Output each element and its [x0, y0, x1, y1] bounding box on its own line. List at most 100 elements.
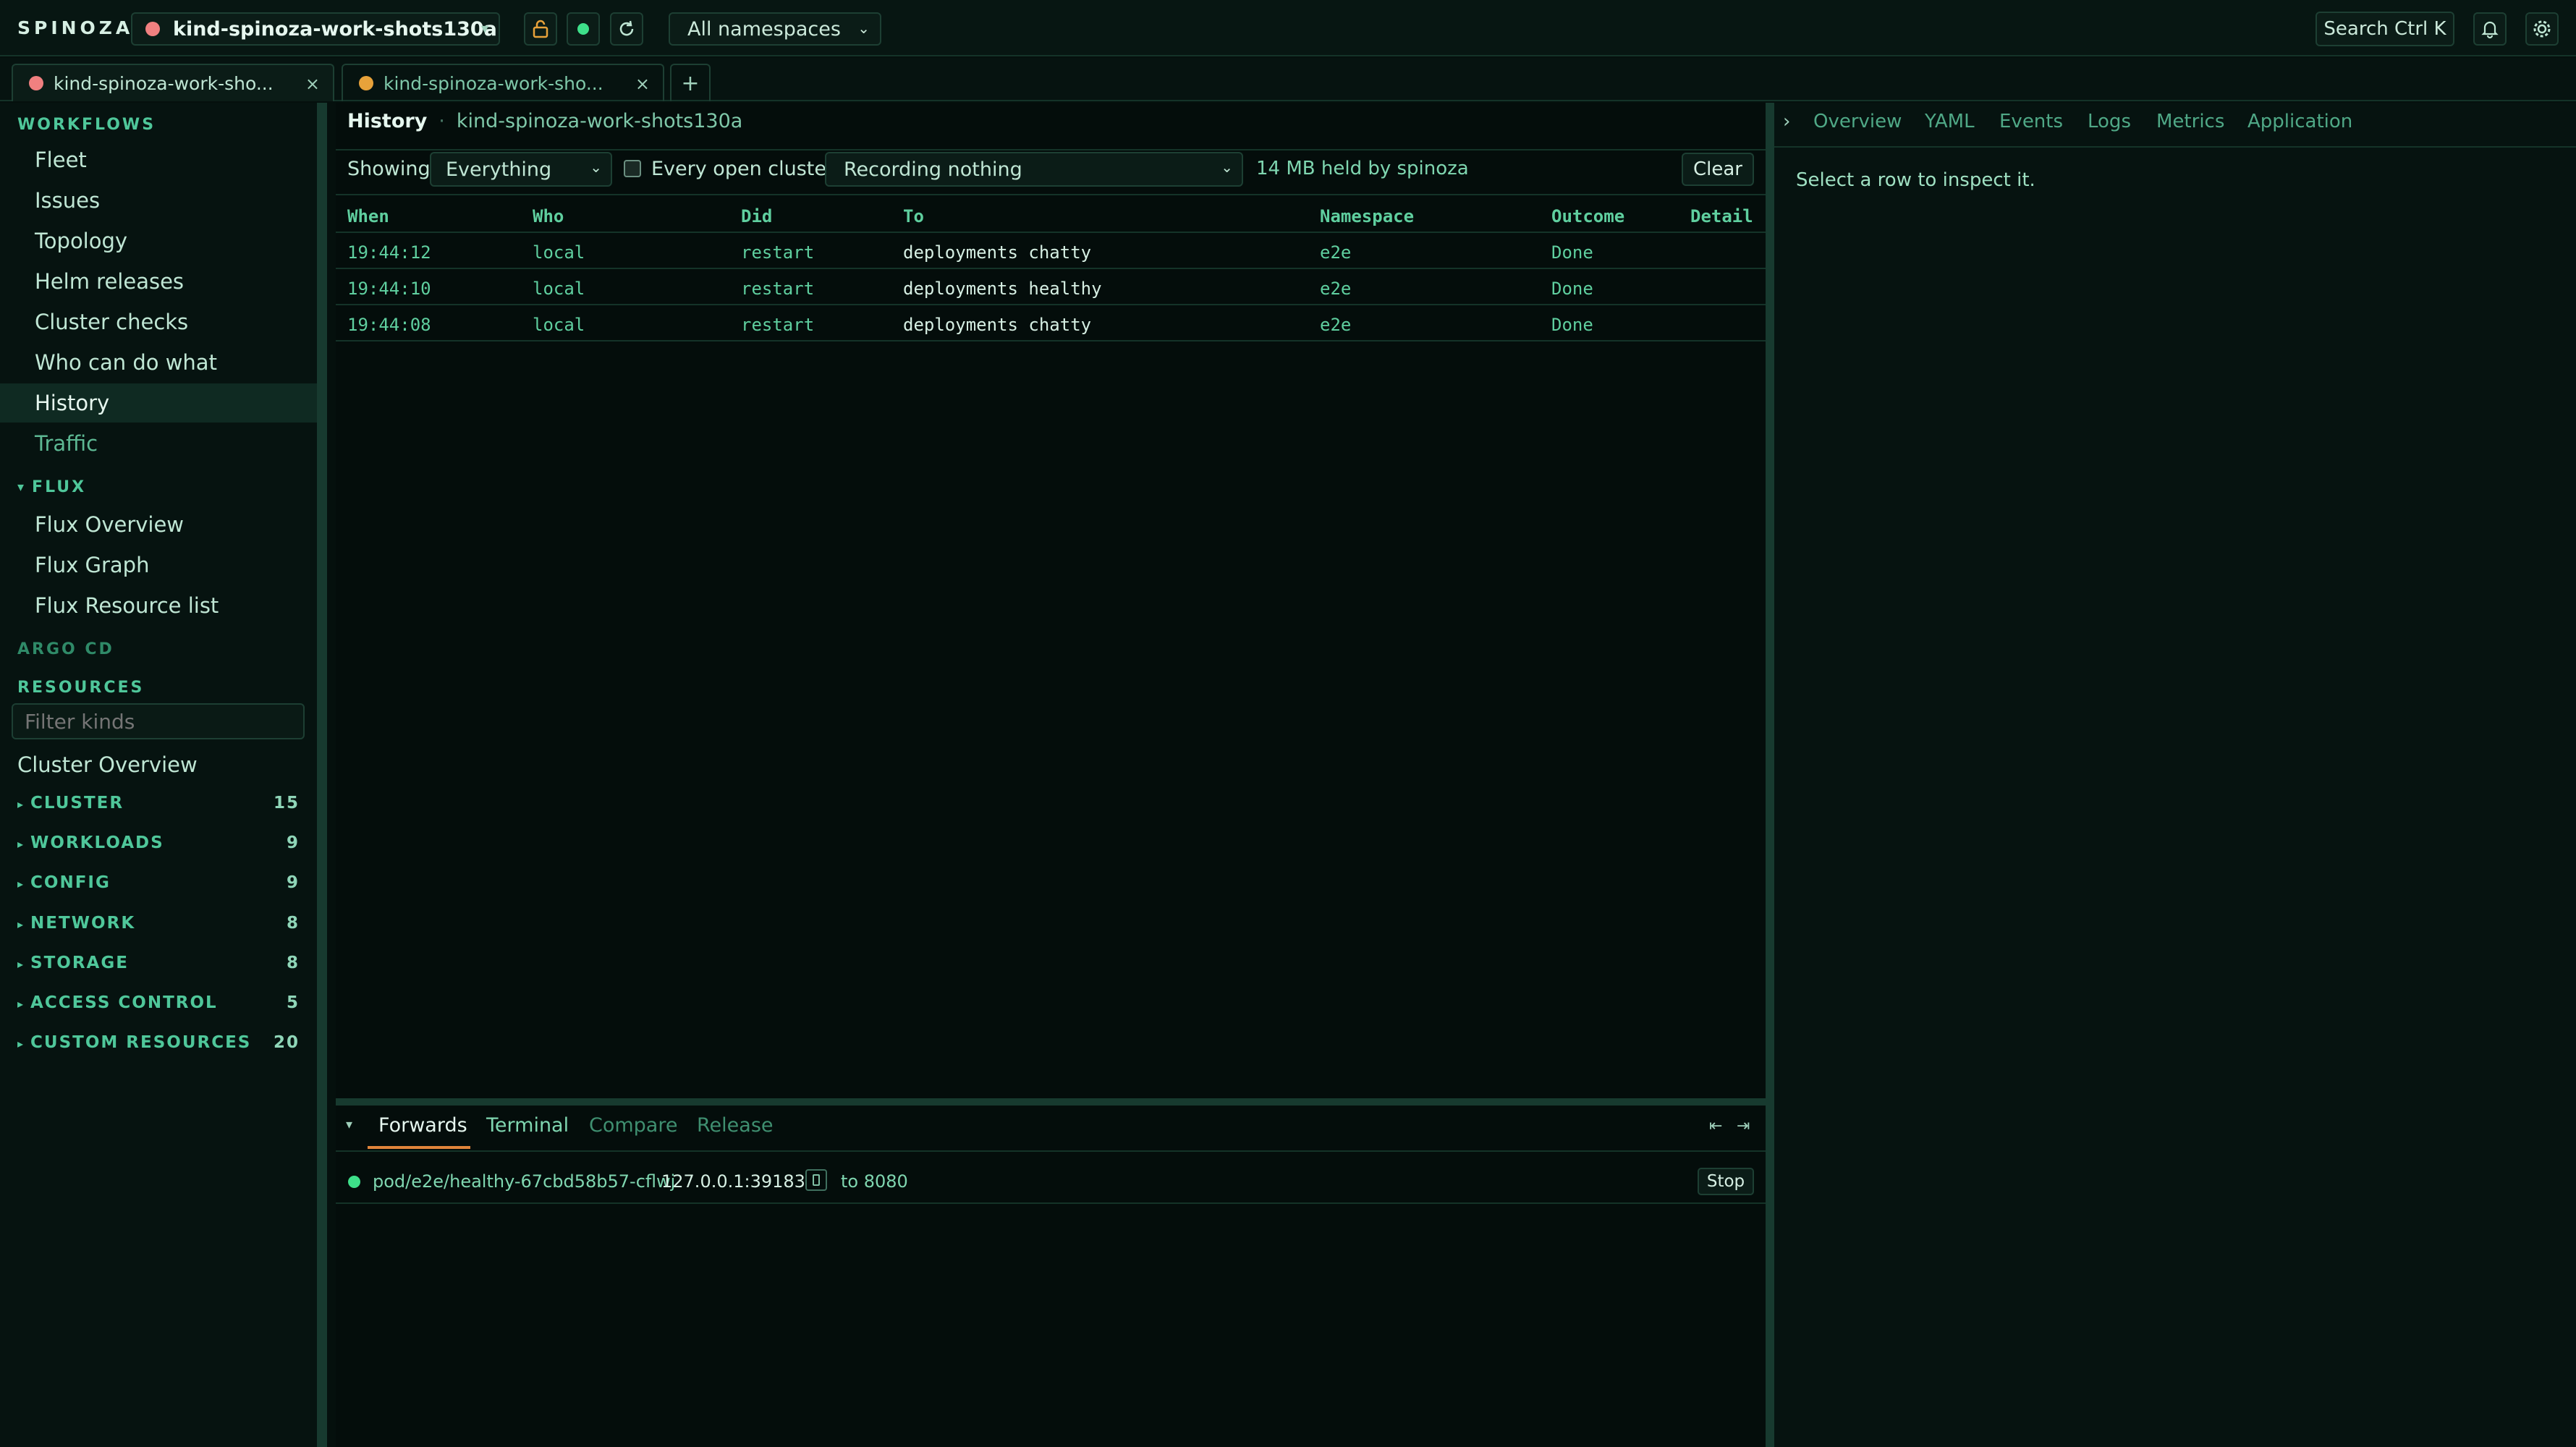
tab-overview[interactable]: Overview — [1813, 111, 1902, 132]
notifications-button[interactable] — [2473, 12, 2507, 46]
add-tab-button[interactable]: + — [670, 64, 711, 101]
dock-right-icon[interactable]: ⇥ — [1737, 1117, 1750, 1135]
showing-label: Showing — [347, 158, 431, 180]
table-row[interactable]: 19:44:12 local restart deployments chatt… — [336, 233, 1766, 269]
sidebar-group-cluster[interactable]: ▸ CLUSTER 15 — [17, 794, 300, 812]
column-header-namespace[interactable]: Namespace — [1320, 206, 1414, 226]
forward-address[interactable]: 127.0.0.1:39183 — [661, 1171, 805, 1192]
group-label: CUSTOM RESOURCES — [30, 1033, 252, 1052]
forward-target[interactable]: pod/e2e/healthy-67cbd58b57-cflwj — [373, 1171, 675, 1192]
tab-metrics[interactable]: Metrics — [2156, 111, 2224, 132]
sidebar-item-flux-resource-list[interactable]: Flux Resource list — [0, 586, 317, 625]
column-header-to[interactable]: To — [903, 206, 924, 226]
every-open-cluster-checkbox[interactable] — [624, 160, 641, 177]
table-row[interactable]: 19:44:08 local restart deployments chatt… — [336, 305, 1766, 341]
sidebar-group-custom-resources[interactable]: ▸ CUSTOM RESOURCES 20 — [17, 1033, 300, 1052]
refresh-button[interactable] — [610, 12, 643, 46]
stop-forward-button[interactable]: Stop — [1698, 1168, 1754, 1195]
clear-button[interactable]: Clear — [1682, 153, 1754, 186]
column-header-detail[interactable]: Detail — [1690, 206, 1753, 226]
sidebar-group-network[interactable]: ▸ NETWORK 8 — [17, 914, 300, 933]
gear-icon — [2533, 20, 2551, 38]
lock-button[interactable] — [524, 12, 557, 46]
bottom-dock-resize-handle[interactable] — [336, 1098, 1766, 1106]
sidebar-item-flux-overview[interactable]: Flux Overview — [0, 505, 317, 544]
sidebar-item-helm-releases[interactable]: Helm releases — [0, 262, 317, 301]
collapse-dock-icon[interactable]: ▾ — [346, 1117, 352, 1132]
cell-outcome: Done — [1551, 315, 1593, 335]
memory-usage: 14 MB held by spinoza — [1256, 158, 1469, 179]
chevron-right-icon: ▸ — [17, 837, 25, 851]
group-count: 5 — [286, 993, 300, 1012]
showing-select[interactable]: Everything ⌄ — [430, 152, 612, 187]
table-header: When Who Did To Namespace Outcome Detail — [336, 197, 1766, 233]
showing-value: Everything — [446, 158, 552, 181]
settings-button[interactable] — [2525, 12, 2559, 46]
sidebar-item-who-can-do-what[interactable]: Who can do what — [0, 343, 317, 382]
dock-left-icon[interactable]: ⇤ — [1709, 1117, 1722, 1135]
filter-kinds-input[interactable] — [12, 703, 305, 739]
inspector-panel — [1774, 103, 2576, 1447]
tab-terminal[interactable]: Terminal — [486, 1114, 569, 1137]
column-header-outcome[interactable]: Outcome — [1551, 206, 1624, 226]
sidebar-group-workloads[interactable]: ▸ WORKLOADS 9 — [17, 833, 300, 852]
cell-did: restart — [741, 315, 815, 335]
sidebar-item-traffic[interactable]: Traffic — [0, 424, 317, 463]
sidebar-item-flux-graph[interactable]: Flux Graph — [0, 546, 317, 585]
chevron-right-icon: ▸ — [17, 957, 25, 971]
sidebar-section-flux[interactable]: ▾ FLUX — [17, 478, 86, 496]
sidebar-item-issues[interactable]: Issues — [0, 181, 317, 220]
sidebar-group-access-control[interactable]: ▸ ACCESS CONTROL 5 — [17, 993, 300, 1012]
tab-compare[interactable]: Compare — [589, 1114, 677, 1137]
cluster-tab-2[interactable]: kind-spinoza-work-sho... × — [342, 64, 664, 101]
group-label: CONFIG — [30, 873, 111, 892]
inspector-empty-message: Select a row to inspect it. — [1796, 169, 2035, 191]
table-row[interactable]: 19:44:10 local restart deployments healt… — [336, 269, 1766, 305]
recording-select[interactable]: Recording nothing ⌄ — [825, 152, 1243, 187]
close-icon[interactable]: × — [635, 74, 650, 94]
tab-yaml[interactable]: YAML — [1925, 111, 1975, 132]
sidebar-item-fleet[interactable]: Fleet — [0, 140, 317, 179]
cluster-select[interactable]: kind-spinoza-work-shots130a ▾ — [131, 12, 500, 46]
sidebar-group-config[interactable]: ▸ CONFIG 9 — [17, 873, 300, 892]
page-title: History — [347, 110, 428, 132]
chevron-right-icon: ▸ — [17, 797, 25, 811]
cell-namespace: e2e — [1320, 242, 1352, 263]
breadcrumb-separator: · — [438, 110, 445, 132]
brand-logo: SPINOZA — [17, 17, 134, 38]
column-header-who[interactable]: Who — [533, 206, 564, 226]
sidebar-item-history[interactable]: History — [0, 383, 317, 423]
tab-logs[interactable]: Logs — [2088, 111, 2131, 132]
column-header-when[interactable]: When — [347, 206, 389, 226]
tab-events[interactable]: Events — [1999, 111, 2063, 132]
namespace-select[interactable]: All namespaces ⌄ — [669, 12, 881, 46]
cell-did: restart — [741, 279, 815, 299]
column-header-did[interactable]: Did — [741, 206, 772, 226]
sidebar-item-topology[interactable]: Topology — [0, 221, 317, 260]
bell-icon — [2481, 21, 2499, 39]
recording-value: Recording nothing — [844, 158, 1022, 181]
copy-icon — [813, 1174, 820, 1186]
tab-status-dot — [359, 76, 373, 90]
sidebar-item-cluster-checks[interactable]: Cluster checks — [0, 302, 317, 341]
status-dot-icon — [577, 23, 589, 35]
sidebar-item-cluster-overview[interactable]: Cluster Overview — [0, 745, 317, 784]
cluster-tab-1[interactable]: kind-spinoza-work-sho... × — [12, 64, 334, 101]
chevron-right-icon: ▸ — [17, 997, 25, 1011]
search-button[interactable]: Search Ctrl K — [2316, 12, 2454, 46]
cell-when: 19:44:12 — [347, 242, 431, 263]
tab-forwards[interactable]: Forwards — [378, 1114, 467, 1137]
copy-address-button[interactable] — [805, 1169, 827, 1191]
cluster-name: kind-spinoza-work-shots130a — [173, 17, 497, 41]
connection-status-button[interactable] — [567, 12, 600, 46]
cell-namespace: e2e — [1320, 315, 1352, 335]
inspector-resize-handle[interactable] — [1766, 103, 1774, 1447]
collapse-inspector-icon[interactable]: › — [1783, 111, 1790, 132]
tab-application[interactable]: Application — [2247, 111, 2352, 132]
sidebar-resize-handle[interactable] — [317, 103, 327, 1447]
sidebar-section-argo-cd[interactable]: ARGO CD — [17, 640, 114, 658]
group-count: 9 — [286, 873, 300, 892]
tab-release[interactable]: Release — [697, 1114, 774, 1137]
sidebar-group-storage[interactable]: ▸ STORAGE 8 — [17, 954, 300, 972]
close-icon[interactable]: × — [305, 74, 320, 94]
